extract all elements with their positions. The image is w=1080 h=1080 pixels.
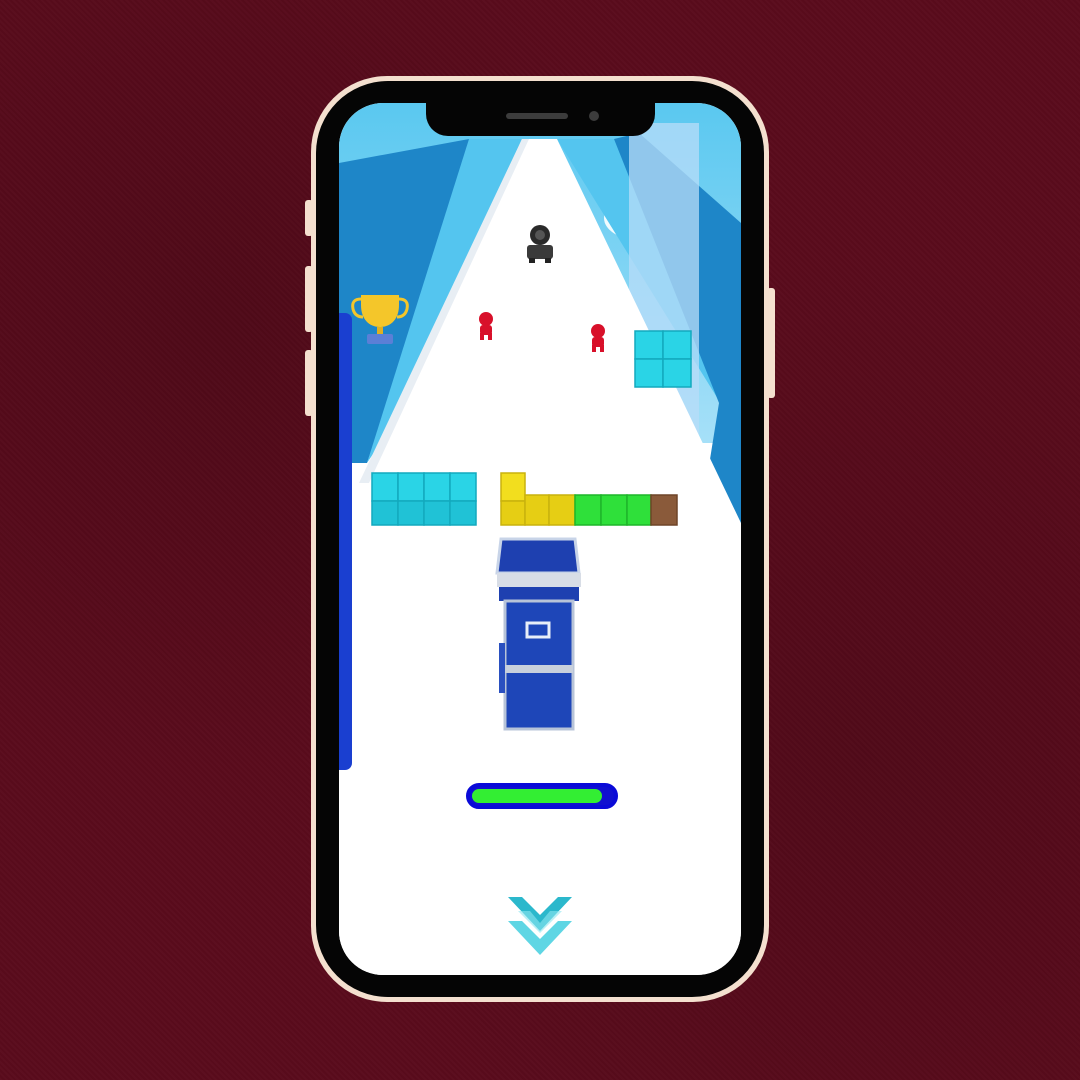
speaker-grille (506, 113, 568, 119)
progress-bar (466, 783, 618, 809)
side-button-volume-up (305, 266, 313, 332)
side-button-silent (305, 200, 313, 236)
game-screen[interactable] (339, 103, 741, 975)
block-stack-cyan-upper (634, 330, 692, 388)
player-tower (495, 537, 581, 731)
block-row-cyan (371, 472, 477, 526)
block-brown (650, 494, 678, 526)
block-row-green (574, 494, 652, 526)
swipe-down-icon[interactable] (508, 893, 572, 963)
side-meter (339, 313, 352, 770)
front-camera (589, 111, 599, 121)
game-scene (339, 103, 741, 975)
progress-bar-fill (472, 789, 603, 803)
phone-notch (426, 96, 655, 136)
side-button-power (767, 288, 775, 398)
side-button-volume-down (305, 350, 313, 416)
